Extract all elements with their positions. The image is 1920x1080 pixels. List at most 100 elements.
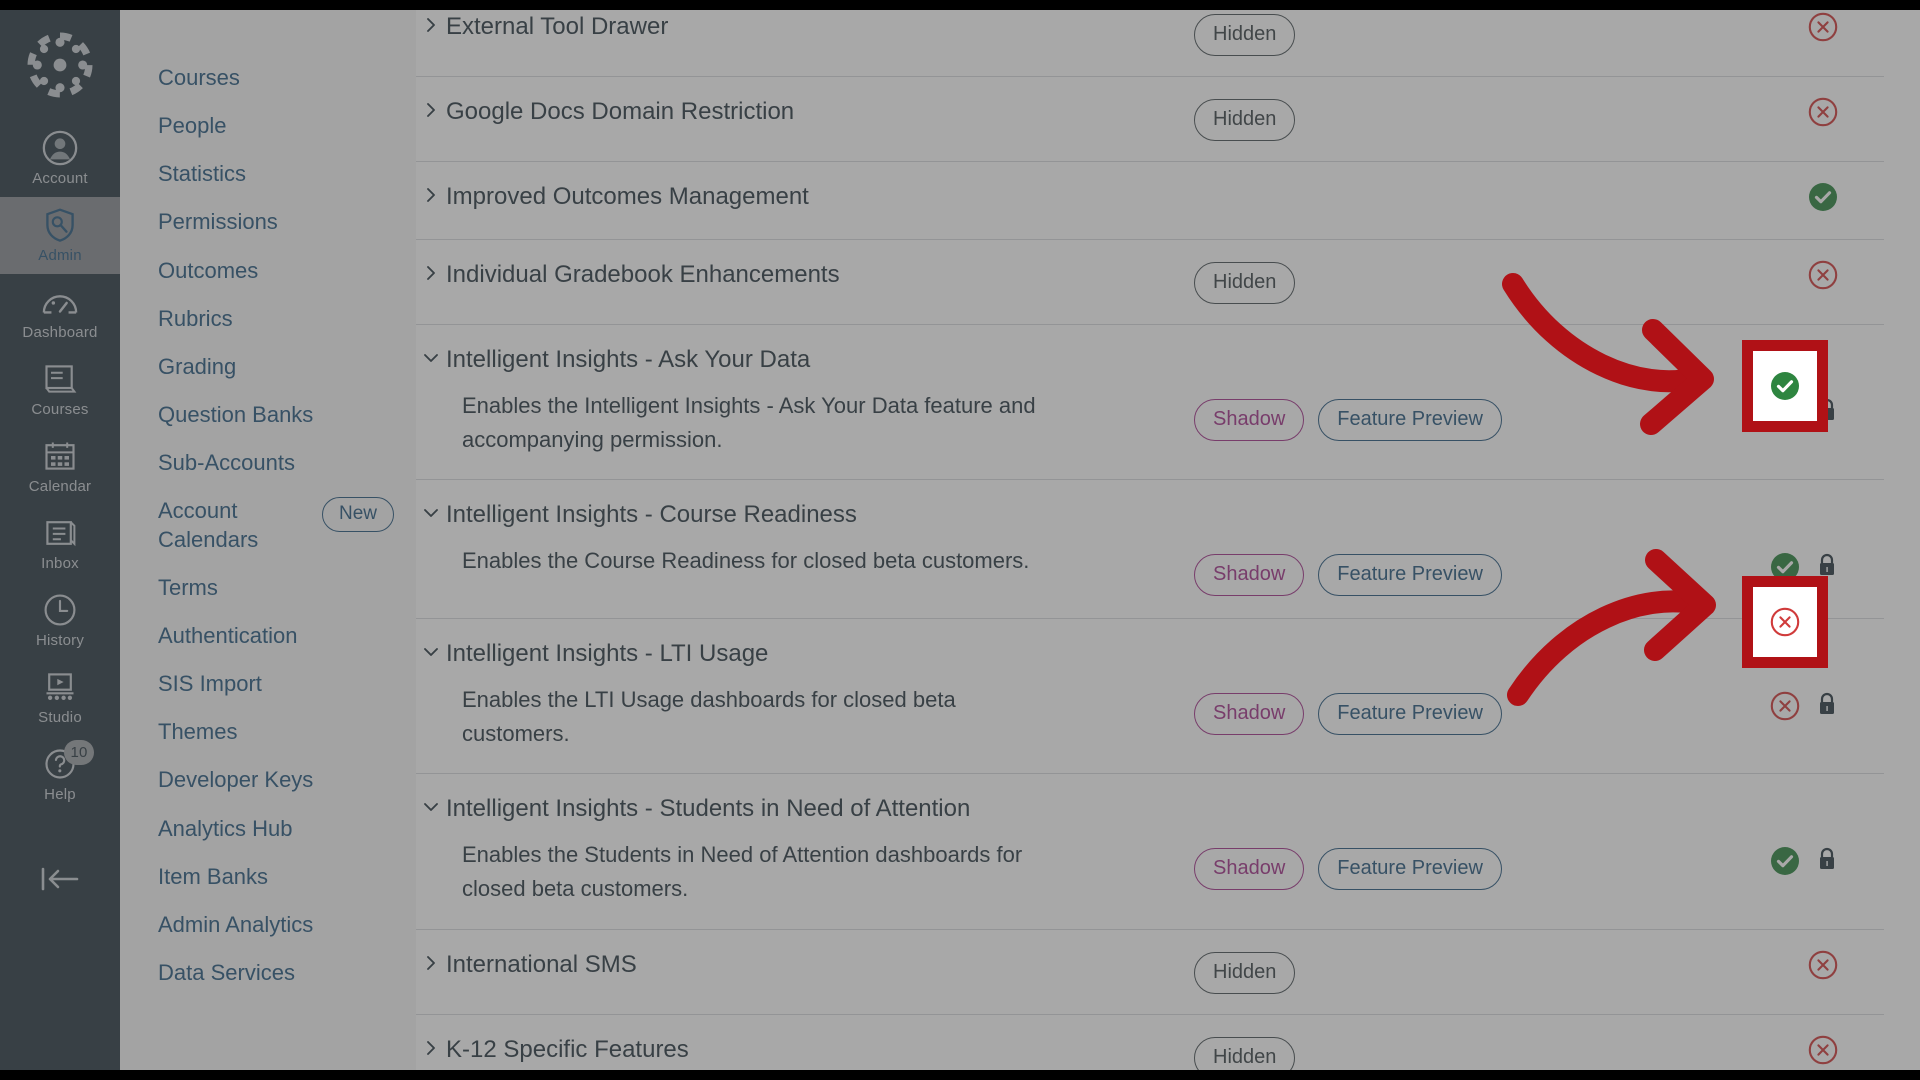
- feature-title[interactable]: K-12 Specific Features: [446, 1035, 1068, 1065]
- account-nav-item-item-banks[interactable]: Item Banks: [120, 853, 416, 901]
- account-nav-label: Analytics Hub: [158, 815, 293, 841]
- account-nav-item-data-services[interactable]: Data Services: [120, 949, 416, 997]
- feature-tag-shadow: Shadow: [1194, 554, 1305, 597]
- account-nav-item-statistics[interactable]: Statistics: [120, 150, 416, 198]
- account-nav-label: People: [158, 113, 227, 139]
- disabled-x-circle-icon[interactable]: [1770, 691, 1800, 721]
- account-nav-label: Permissions: [158, 209, 278, 235]
- feature-tag-feature-preview: Feature Preview: [1318, 399, 1502, 441]
- feature-name-wrapper: International SMS: [446, 950, 1068, 980]
- chevron-right-icon[interactable]: [416, 12, 446, 35]
- chevron-right-icon[interactable]: [416, 260, 446, 283]
- account-nav-item-admin-analytics[interactable]: Admin Analytics: [120, 901, 416, 949]
- feature-title[interactable]: External Tool Drawer: [446, 12, 1068, 42]
- account-nav-item-analytics-hub[interactable]: Analytics Hub: [120, 805, 416, 853]
- chevron-right-icon[interactable]: [416, 182, 446, 205]
- account-nav-item-sub-accounts[interactable]: Sub-Accounts: [120, 439, 416, 487]
- collapse-nav-icon[interactable]: [0, 865, 120, 893]
- feature-row: Intelligent Insights - Course Readiness E…: [416, 480, 1884, 620]
- feature-tag-hidden: Hidden: [1194, 1036, 1296, 1070]
- feature-tags-cell: Hidden: [1068, 950, 1628, 994]
- account-nav-item-outcomes[interactable]: Outcomes: [120, 247, 416, 295]
- account-nav-item-rubrics[interactable]: Rubrics: [120, 295, 416, 343]
- account-nav-item-sis-import[interactable]: SIS Import: [120, 660, 416, 708]
- global-nav-item-studio[interactable]: Studio: [0, 659, 120, 736]
- global-nav-item-help[interactable]: 10 Help: [0, 736, 120, 813]
- global-nav-label: Inbox: [41, 555, 79, 572]
- feature-tags-cell: Shadow Feature Preview: [1068, 639, 1628, 736]
- feature-tag-hidden: Hidden: [1194, 14, 1296, 56]
- chevron-right-icon[interactable]: [416, 1035, 446, 1058]
- account-nav-item-courses[interactable]: Courses: [120, 54, 416, 102]
- shield-wrench-icon: [42, 206, 78, 244]
- account-nav-label: Item Banks: [158, 863, 269, 889]
- feature-title[interactable]: Intelligent Insights - LTI Usage: [446, 639, 1068, 669]
- account-nav-item-question-banks[interactable]: Question Banks: [120, 391, 416, 439]
- feature-tags-cell: Shadow Feature Preview: [1068, 500, 1628, 597]
- feature-title[interactable]: Individual Gradebook Enhancements: [446, 260, 1068, 290]
- account-nav-item-people[interactable]: People: [120, 102, 416, 150]
- feature-row: Intelligent Insights - Ask Your Data Enab…: [416, 325, 1884, 481]
- feature-tag-feature-preview: Feature Preview: [1318, 848, 1502, 891]
- lock-icon: [1820, 554, 1834, 576]
- enabled-check-circle-icon[interactable]: [1770, 552, 1800, 582]
- feature-row: Individual Gradebook Enhancements Hidden: [416, 240, 1884, 325]
- enabled-check-circle-icon[interactable]: [1808, 182, 1838, 212]
- global-nav-item-dashboard[interactable]: Dashboard: [0, 274, 120, 351]
- feature-title[interactable]: Intelligent Insights - Course Readiness: [446, 500, 1068, 530]
- chevron-right-icon[interactable]: [416, 97, 446, 120]
- global-nav-item-courses[interactable]: Courses: [0, 351, 120, 428]
- feature-tag-shadow: Shadow: [1194, 399, 1305, 441]
- global-nav-item-admin[interactable]: Admin: [0, 197, 120, 274]
- feature-state-cell: [1628, 794, 1884, 876]
- feature-state-cell: [1628, 182, 1884, 212]
- account-nav-label: Themes: [158, 719, 238, 745]
- feature-name-cell: Intelligent Insights - Ask Your Data Enab…: [416, 345, 1068, 457]
- account-nav-label: Account Calendars: [158, 498, 259, 552]
- enabled-check-circle-icon[interactable]: [1770, 397, 1800, 427]
- account-nav-item-permissions[interactable]: Permissions: [120, 198, 416, 246]
- feature-state-cell: [1628, 12, 1884, 42]
- disabled-x-circle-icon[interactable]: [1808, 950, 1838, 980]
- feature-name-wrapper: Intelligent Insights - Students in Need …: [446, 794, 1068, 906]
- feature-row: External Tool Drawer Hidden: [416, 10, 1884, 77]
- account-nav-item-authentication[interactable]: Authentication: [120, 612, 416, 660]
- feature-name-wrapper: Intelligent Insights - Course Readiness E…: [446, 500, 1068, 578]
- chevron-down-icon[interactable]: [416, 500, 446, 523]
- account-navigation: Courses People Statistics Permissions Outcom…: [120, 10, 416, 1070]
- global-nav-item-history[interactable]: History: [0, 582, 120, 659]
- disabled-x-circle-icon[interactable]: [1808, 12, 1838, 42]
- global-nav-item-account[interactable]: Account: [0, 120, 120, 197]
- feature-tag-shadow: Shadow: [1194, 848, 1305, 891]
- canvas-logo-icon[interactable]: [27, 32, 93, 98]
- account-nav-item-themes[interactable]: Themes: [120, 708, 416, 756]
- disabled-x-circle-icon[interactable]: [1808, 1035, 1838, 1065]
- feature-name-cell: Individual Gradebook Enhancements: [416, 260, 1068, 290]
- feature-title[interactable]: International SMS: [446, 950, 1068, 980]
- account-nav-item-terms[interactable]: Terms: [120, 564, 416, 612]
- feature-title[interactable]: Intelligent Insights - Ask Your Data: [446, 345, 1068, 375]
- feature-tag-hidden: Hidden: [1194, 99, 1296, 141]
- account-nav-item-developer-keys[interactable]: Developer Keys: [120, 756, 416, 804]
- account-nav-item-account-calendars[interactable]: Account Calendars New: [120, 487, 416, 563]
- chevron-right-icon[interactable]: [416, 950, 446, 973]
- feature-row: Improved Outcomes Management: [416, 162, 1884, 240]
- feature-tags-cell: Shadow Feature Preview: [1068, 794, 1628, 891]
- chevron-down-icon[interactable]: [416, 794, 446, 817]
- global-nav-label: Admin: [38, 247, 82, 264]
- account-nav-item-grading[interactable]: Grading: [120, 343, 416, 391]
- feature-title[interactable]: Improved Outcomes Management: [446, 182, 1068, 212]
- enabled-check-circle-icon[interactable]: [1770, 846, 1800, 876]
- feature-tag-feature-preview: Feature Preview: [1318, 693, 1502, 736]
- global-nav-item-calendar[interactable]: Calendar: [0, 428, 120, 505]
- feature-title[interactable]: Google Docs Domain Restriction: [446, 97, 1068, 127]
- disabled-x-circle-icon[interactable]: [1808, 97, 1838, 127]
- chevron-down-icon[interactable]: [416, 345, 446, 368]
- chevron-down-icon[interactable]: [416, 639, 446, 662]
- disabled-x-circle-icon[interactable]: [1808, 260, 1838, 290]
- account-nav-label: Sub-Accounts: [158, 450, 295, 476]
- feature-title[interactable]: Intelligent Insights - Students in Need …: [446, 794, 1068, 824]
- global-nav-item-inbox[interactable]: Inbox: [0, 505, 120, 582]
- global-navigation: Account Admin Dashboard Courses Calendar…: [0, 10, 120, 1070]
- feature-name-wrapper: External Tool Drawer: [446, 12, 1068, 42]
